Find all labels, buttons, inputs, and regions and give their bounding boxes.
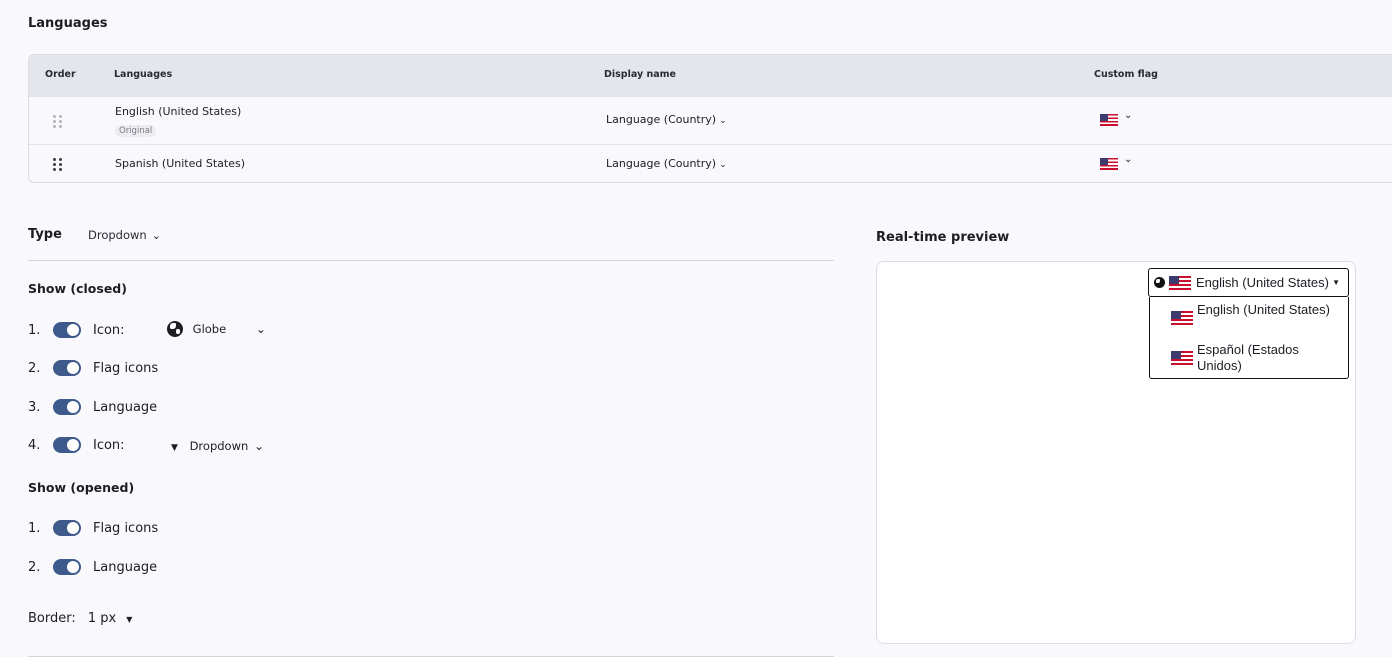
icon-select[interactable]: Globe ⌄ <box>167 321 266 337</box>
preview-dropdown-list: English (United States) Español (Estados… <box>1149 297 1349 379</box>
show-opened-option-1: 1. Flag icons <box>28 519 228 539</box>
drag-handle-icon[interactable] <box>53 115 62 128</box>
us-flag-icon <box>1171 351 1193 365</box>
border-setting: Border: 1 px ▼ <box>28 611 132 626</box>
us-flag-icon <box>1100 114 1118 126</box>
us-flag-icon <box>1169 276 1191 290</box>
chevron-down-icon: ⌄ <box>719 160 727 170</box>
preview-option-spanish[interactable]: Español (Estados Unidos) <box>1150 342 1348 378</box>
chevron-down-icon: ⌄ <box>151 229 161 242</box>
flag-select-chevron-down-icon[interactable]: ⌄ <box>1124 110 1132 121</box>
languages-section-title: Languages <box>28 16 108 31</box>
divider <box>28 260 834 261</box>
show-closed-option-2: 2. Flag icons <box>28 359 228 379</box>
border-value: 1 px <box>87 611 117 626</box>
preview-option-label: English (United States) <box>1197 302 1330 317</box>
languages-table: Order Languages Display name Custom flag… <box>28 54 1392 183</box>
chevron-down-icon: ⌄ <box>253 439 264 453</box>
show-closed-title: Show (closed) <box>28 281 127 296</box>
icon-select-value: Globe <box>192 321 227 336</box>
column-header-custom-flag: Custom flag <box>1094 69 1158 80</box>
us-flag-icon <box>1171 311 1193 325</box>
flag-select-chevron-down-icon[interactable]: ⌄ <box>1124 154 1132 165</box>
preview-title: Real-time preview <box>876 230 1010 245</box>
option-label: Language <box>93 400 158 415</box>
preview-language-switcher[interactable]: English (United States) ▼ <box>1148 268 1349 297</box>
toggle-switch[interactable] <box>53 520 81 536</box>
option-number: 3. <box>28 400 41 415</box>
display-name-value: Language (Country) <box>606 157 717 170</box>
option-number: 1. <box>28 323 41 338</box>
us-flag-icon <box>1100 158 1118 170</box>
show-closed-option-4: 4. Icon: ▼ Dropdown ⌄ <box>28 436 288 456</box>
chevron-down-icon: ⌄ <box>255 321 266 336</box>
border-label: Border: <box>28 611 76 626</box>
caret-down-icon: ▼ <box>1332 278 1340 287</box>
column-header-languages: Languages <box>114 69 173 80</box>
language-name: Spanish (United States) <box>115 157 246 170</box>
type-value: Dropdown <box>88 228 147 242</box>
table-row: English (United States) Original Languag… <box>29 96 1392 144</box>
caret-down-icon: ▼ <box>171 443 178 453</box>
chevron-down-icon: ⌄ <box>719 116 727 126</box>
toggle-switch[interactable] <box>53 399 81 415</box>
column-header-order: Order <box>45 69 76 80</box>
option-label: Icon: <box>93 438 125 453</box>
show-opened-title: Show (opened) <box>28 480 135 495</box>
column-header-display-name: Display name <box>604 69 676 80</box>
table-header: Order Languages Display name Custom flag <box>29 55 1392 96</box>
display-name-value: Language (Country) <box>606 113 717 126</box>
caret-down-icon: ▼ <box>126 615 133 624</box>
option-label: Icon: <box>93 323 125 338</box>
preview-panel: English (United States) ▼ English (Unite… <box>876 261 1356 644</box>
icon-select[interactable]: ▼ Dropdown ⌄ <box>171 439 264 453</box>
globe-icon <box>1154 277 1165 288</box>
original-badge: Original <box>115 125 157 137</box>
option-label: Flag icons <box>93 361 159 376</box>
toggle-switch[interactable] <box>53 322 81 338</box>
preview-option-label: Español (Estados Unidos) <box>1197 342 1299 373</box>
toggle-switch[interactable] <box>53 559 81 575</box>
drag-handle-icon[interactable] <box>53 158 62 171</box>
display-name-select[interactable]: Language (Country) ⌄ <box>606 157 727 170</box>
show-closed-option-1: 1. Icon: Globe ⌄ <box>28 321 288 341</box>
option-number: 2. <box>28 560 41 575</box>
table-row: Spanish (United States) Language (Countr… <box>29 144 1392 182</box>
icon-select-value: Dropdown <box>189 439 249 453</box>
toggle-switch[interactable] <box>53 437 81 453</box>
show-closed-option-3: 3. Language <box>28 398 228 418</box>
language-name: English (United States) <box>115 105 242 118</box>
show-opened-option-2: 2. Language <box>28 558 228 578</box>
type-select[interactable]: Dropdown ⌄ <box>88 228 161 242</box>
option-number: 1. <box>28 521 41 536</box>
display-name-select[interactable]: Language (Country) ⌄ <box>606 113 727 126</box>
toggle-switch[interactable] <box>53 360 81 376</box>
option-number: 4. <box>28 438 41 453</box>
preview-selected-language: English (United States) <box>1196 275 1329 290</box>
option-number: 2. <box>28 361 41 376</box>
type-label: Type <box>28 227 62 242</box>
option-label: Language <box>93 560 158 575</box>
border-select[interactable]: 1 px ▼ <box>88 611 133 626</box>
option-label: Flag icons <box>93 521 159 536</box>
preview-option-english[interactable]: English (United States) <box>1150 302 1348 338</box>
globe-icon <box>167 321 183 337</box>
